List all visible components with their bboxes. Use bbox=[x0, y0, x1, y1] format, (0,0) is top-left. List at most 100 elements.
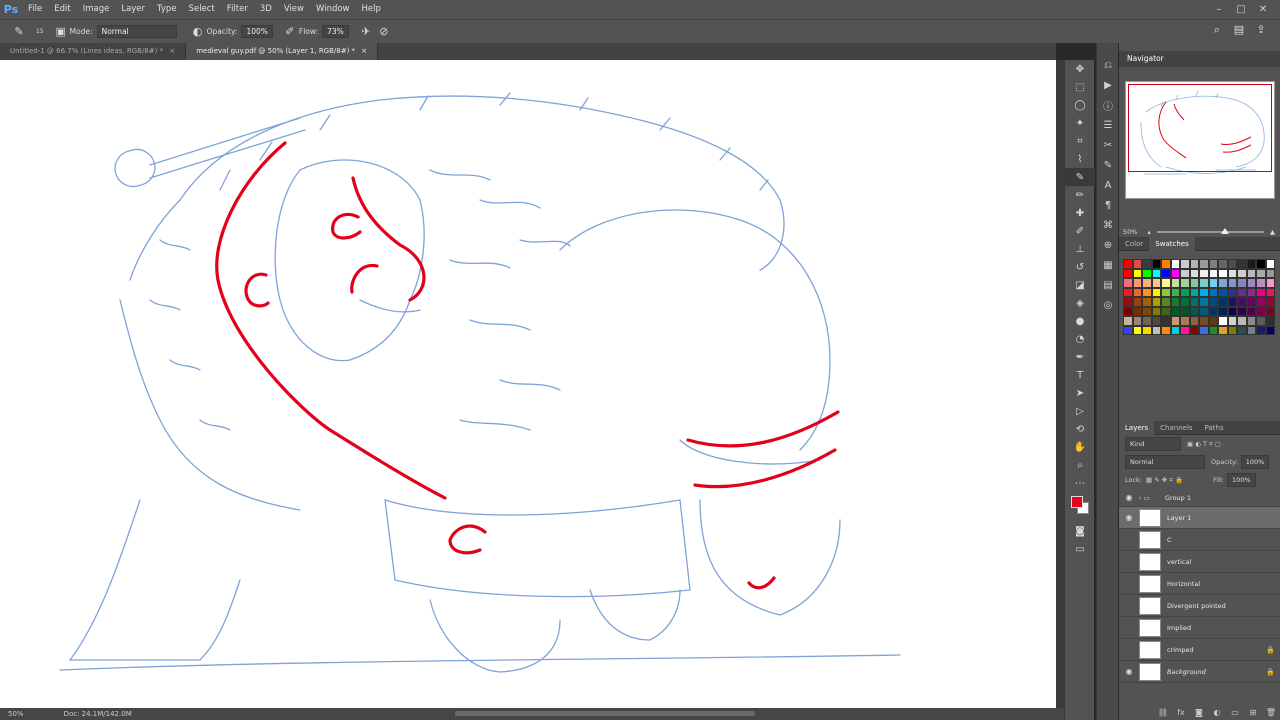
eraser-tool-icon[interactable]: ◪ bbox=[1065, 276, 1095, 294]
blur-tool-icon[interactable]: ● bbox=[1065, 312, 1095, 330]
navigator-title[interactable]: Navigator bbox=[1119, 51, 1280, 67]
color-swatch[interactable] bbox=[1246, 325, 1256, 335]
group-folder-icon[interactable]: › ▭ bbox=[1139, 494, 1165, 502]
glyphs-panel-icon[interactable]: ⌘ bbox=[1097, 215, 1119, 235]
color-swatch[interactable] bbox=[1227, 325, 1237, 335]
menu-help[interactable]: Help bbox=[356, 0, 387, 19]
eyedropper-tool-icon[interactable]: ⌇ bbox=[1065, 150, 1095, 168]
hand-tool-icon[interactable]: ✋ bbox=[1065, 438, 1095, 456]
color-swatch[interactable] bbox=[1256, 325, 1266, 335]
magic-wand-tool-icon[interactable]: ✦ bbox=[1065, 114, 1095, 132]
more-tools-icon[interactable]: ⋯ bbox=[1065, 474, 1095, 492]
color-swatch[interactable] bbox=[1218, 268, 1228, 278]
color-swatch[interactable] bbox=[1180, 287, 1190, 297]
layer-opacity-input[interactable]: 100% bbox=[1240, 455, 1270, 469]
color-swatch[interactable] bbox=[1237, 259, 1247, 269]
color-swatch[interactable] bbox=[1170, 306, 1180, 316]
color-swatch[interactable] bbox=[1218, 287, 1228, 297]
color-swatch[interactable] bbox=[1256, 278, 1266, 288]
zoom-level[interactable]: 50% bbox=[8, 710, 24, 718]
info-panel-icon[interactable]: ⓘ bbox=[1097, 95, 1119, 115]
color-swatch[interactable] bbox=[1170, 297, 1180, 307]
color-swatch[interactable] bbox=[1132, 278, 1142, 288]
color-swatch[interactable] bbox=[1170, 325, 1180, 335]
lock-icons[interactable]: ▦ ✎ ✥ ⌗ 🔒 bbox=[1146, 476, 1183, 485]
path-selection-tool-icon[interactable]: ➤ bbox=[1065, 384, 1095, 402]
color-swatch[interactable] bbox=[1246, 268, 1256, 278]
color-swatch[interactable] bbox=[1123, 297, 1133, 307]
properties-panel-icon[interactable]: ☰ bbox=[1097, 115, 1119, 135]
color-swatch[interactable] bbox=[1208, 306, 1218, 316]
color-swatch[interactable] bbox=[1142, 325, 1152, 335]
color-swatch[interactable] bbox=[1161, 287, 1171, 297]
color-swatch[interactable] bbox=[1123, 259, 1133, 269]
color-swatch[interactable] bbox=[1256, 297, 1266, 307]
color-swatch[interactable] bbox=[1189, 316, 1199, 326]
blend-mode-select[interactable]: Normal bbox=[1125, 455, 1205, 469]
color-swatch[interactable] bbox=[1142, 287, 1152, 297]
zoom-tool-icon[interactable]: ⌕ bbox=[1065, 456, 1095, 474]
menu-edit[interactable]: Edit bbox=[48, 0, 76, 19]
color-swatch[interactable] bbox=[1265, 278, 1275, 288]
tab-swatches[interactable]: Swatches bbox=[1149, 236, 1195, 251]
color-swatch[interactable] bbox=[1161, 297, 1171, 307]
color-swatch[interactable] bbox=[1189, 306, 1199, 316]
color-swatch[interactable] bbox=[1256, 268, 1266, 278]
direct-selection-tool-icon[interactable]: ▷ bbox=[1065, 402, 1095, 420]
brush-tool-icon[interactable]: ✎ bbox=[1065, 168, 1095, 186]
tab-close-icon[interactable]: × bbox=[169, 47, 175, 55]
color-swatch[interactable] bbox=[1189, 268, 1199, 278]
navigator-zoom-value[interactable]: 50% bbox=[1123, 228, 1137, 236]
color-swatch[interactable] bbox=[1161, 325, 1171, 335]
new-layer-icon[interactable]: ⊞ bbox=[1244, 708, 1262, 720]
brush-size-picker[interactable]: 15 bbox=[36, 28, 44, 35]
rotate-view-tool-icon[interactable]: ⟲ bbox=[1065, 420, 1095, 438]
color-swatch[interactable] bbox=[1246, 316, 1256, 326]
add-mask-icon[interactable]: ◙ bbox=[1190, 708, 1208, 720]
color-swatch[interactable] bbox=[1142, 278, 1152, 288]
color-swatch[interactable] bbox=[1123, 306, 1133, 316]
color-swatch[interactable] bbox=[1199, 287, 1209, 297]
screen-mode-icon[interactable]: ▭ bbox=[1065, 540, 1095, 558]
tab-color[interactable]: Color bbox=[1119, 237, 1149, 251]
color-swatch[interactable] bbox=[1227, 306, 1237, 316]
color-swatch[interactable] bbox=[1132, 268, 1142, 278]
color-swatch[interactable] bbox=[1227, 268, 1237, 278]
menu-select[interactable]: Select bbox=[183, 0, 221, 19]
color-swatch[interactable] bbox=[1265, 259, 1275, 269]
layer-style-icon[interactable]: fx bbox=[1172, 708, 1190, 720]
layer-row-implied[interactable]: Implied bbox=[1119, 617, 1280, 639]
tab-close-icon[interactable]: × bbox=[361, 47, 367, 55]
color-swatch[interactable] bbox=[1199, 316, 1209, 326]
color-swatch[interactable] bbox=[1218, 325, 1228, 335]
color-swatch[interactable] bbox=[1151, 325, 1161, 335]
menu-view[interactable]: View bbox=[278, 0, 310, 19]
mode-select[interactable]: Normal bbox=[96, 25, 177, 38]
color-swatch[interactable] bbox=[1256, 287, 1266, 297]
color-swatch[interactable] bbox=[1189, 297, 1199, 307]
color-swatch[interactable] bbox=[1237, 297, 1247, 307]
menu-filter[interactable]: Filter bbox=[221, 0, 254, 19]
tab-paths[interactable]: Paths bbox=[1199, 421, 1230, 435]
adjustments-panel-icon[interactable]: ✂ bbox=[1097, 135, 1119, 155]
tablet-size-icon[interactable]: ⊘ bbox=[375, 23, 393, 41]
tab-untitled-1[interactable]: Untitled-1 @ 66.7% (Lines ideas, RGB/8#)… bbox=[0, 43, 187, 60]
color-swatch[interactable] bbox=[1237, 325, 1247, 335]
menu-layer[interactable]: Layer bbox=[115, 0, 151, 19]
color-swatch[interactable] bbox=[1123, 268, 1133, 278]
maximize-button[interactable]: □ bbox=[1230, 0, 1252, 19]
color-swatch[interactable] bbox=[1142, 306, 1152, 316]
color-swatch[interactable] bbox=[1227, 316, 1237, 326]
fill-input[interactable]: 100% bbox=[1226, 473, 1256, 487]
color-swatch[interactable] bbox=[1199, 259, 1209, 269]
color-swatch[interactable] bbox=[1208, 316, 1218, 326]
brush-panel-toggle-icon[interactable]: ▣ bbox=[52, 23, 70, 41]
navigator-thumbnail[interactable] bbox=[1125, 81, 1275, 199]
color-swatch[interactable] bbox=[1142, 297, 1152, 307]
menu-window[interactable]: Window bbox=[310, 0, 356, 19]
brush-presets-panel-icon[interactable]: ✎ bbox=[1097, 155, 1119, 175]
color-swatch[interactable] bbox=[1180, 259, 1190, 269]
brush-alt-tool-icon[interactable]: ✐ bbox=[1065, 222, 1095, 240]
color-swatch[interactable] bbox=[1189, 259, 1199, 269]
marquee-tool-icon[interactable]: ⬚ bbox=[1065, 78, 1095, 96]
